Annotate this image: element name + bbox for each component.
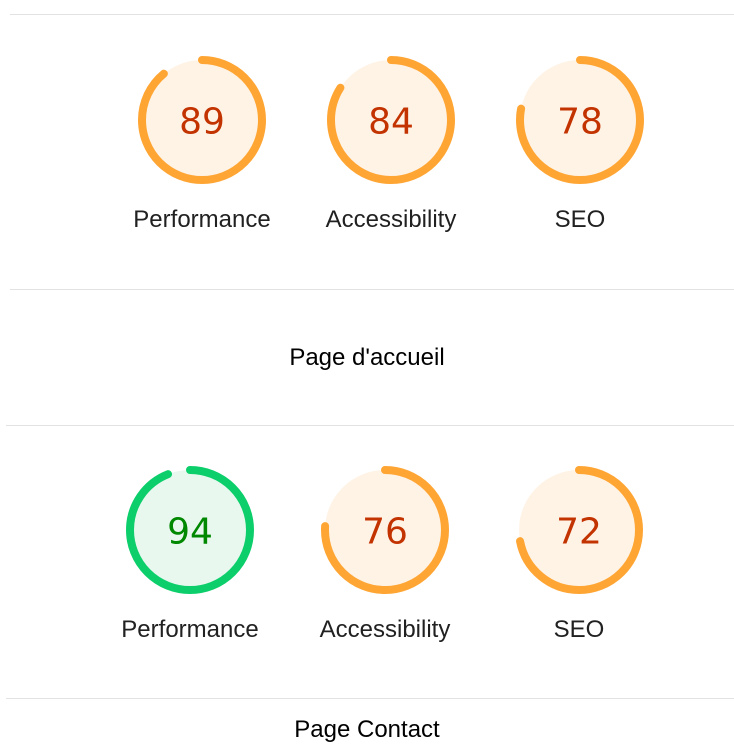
gauge-ring: 78: [516, 56, 644, 184]
gauge-seo[interactable]: 78 SEO: [490, 56, 670, 234]
gauge-ring: 84: [327, 56, 455, 184]
score-gauges-home: 89 Performance 84 Accessibility 78 SEO: [0, 56, 734, 256]
gauge-score: 76: [362, 512, 408, 553]
score-gauges-contact: 94 Performance 76 Accessibility 72 SEO: [0, 466, 734, 666]
gauge-performance[interactable]: 94 Performance: [100, 466, 280, 644]
page-title-home: Page d'accueil: [289, 344, 445, 371]
gauge-ring: 89: [138, 56, 266, 184]
gauge-ring: 94: [126, 466, 254, 594]
gauge-label: SEO: [554, 206, 606, 233]
gauge-accessibility[interactable]: 76 Accessibility: [295, 466, 475, 644]
gauge-seo[interactable]: 72 SEO: [489, 466, 669, 644]
divider: [10, 289, 734, 290]
gauge-performance[interactable]: 89 Performance: [112, 56, 292, 234]
gauge-score: 78: [557, 102, 603, 143]
page-title-contact: Page Contact: [294, 716, 440, 743]
gauge-label: SEO: [553, 616, 605, 643]
gauge-label: Performance: [133, 206, 271, 233]
gauge-ring: 76: [321, 466, 449, 594]
gauge-score: 72: [556, 512, 602, 553]
gauge-label: Accessibility: [325, 206, 457, 233]
gauge-label: Performance: [121, 616, 259, 643]
divider: [6, 425, 734, 426]
gauge-accessibility[interactable]: 84 Accessibility: [301, 56, 481, 234]
divider-top: [10, 14, 734, 15]
gauge-label: Accessibility: [319, 616, 451, 643]
gauge-score: 84: [368, 102, 414, 143]
gauge-ring: 72: [515, 466, 643, 594]
gauge-score: 89: [179, 102, 225, 143]
gauge-score: 94: [167, 512, 213, 553]
divider: [6, 698, 734, 699]
